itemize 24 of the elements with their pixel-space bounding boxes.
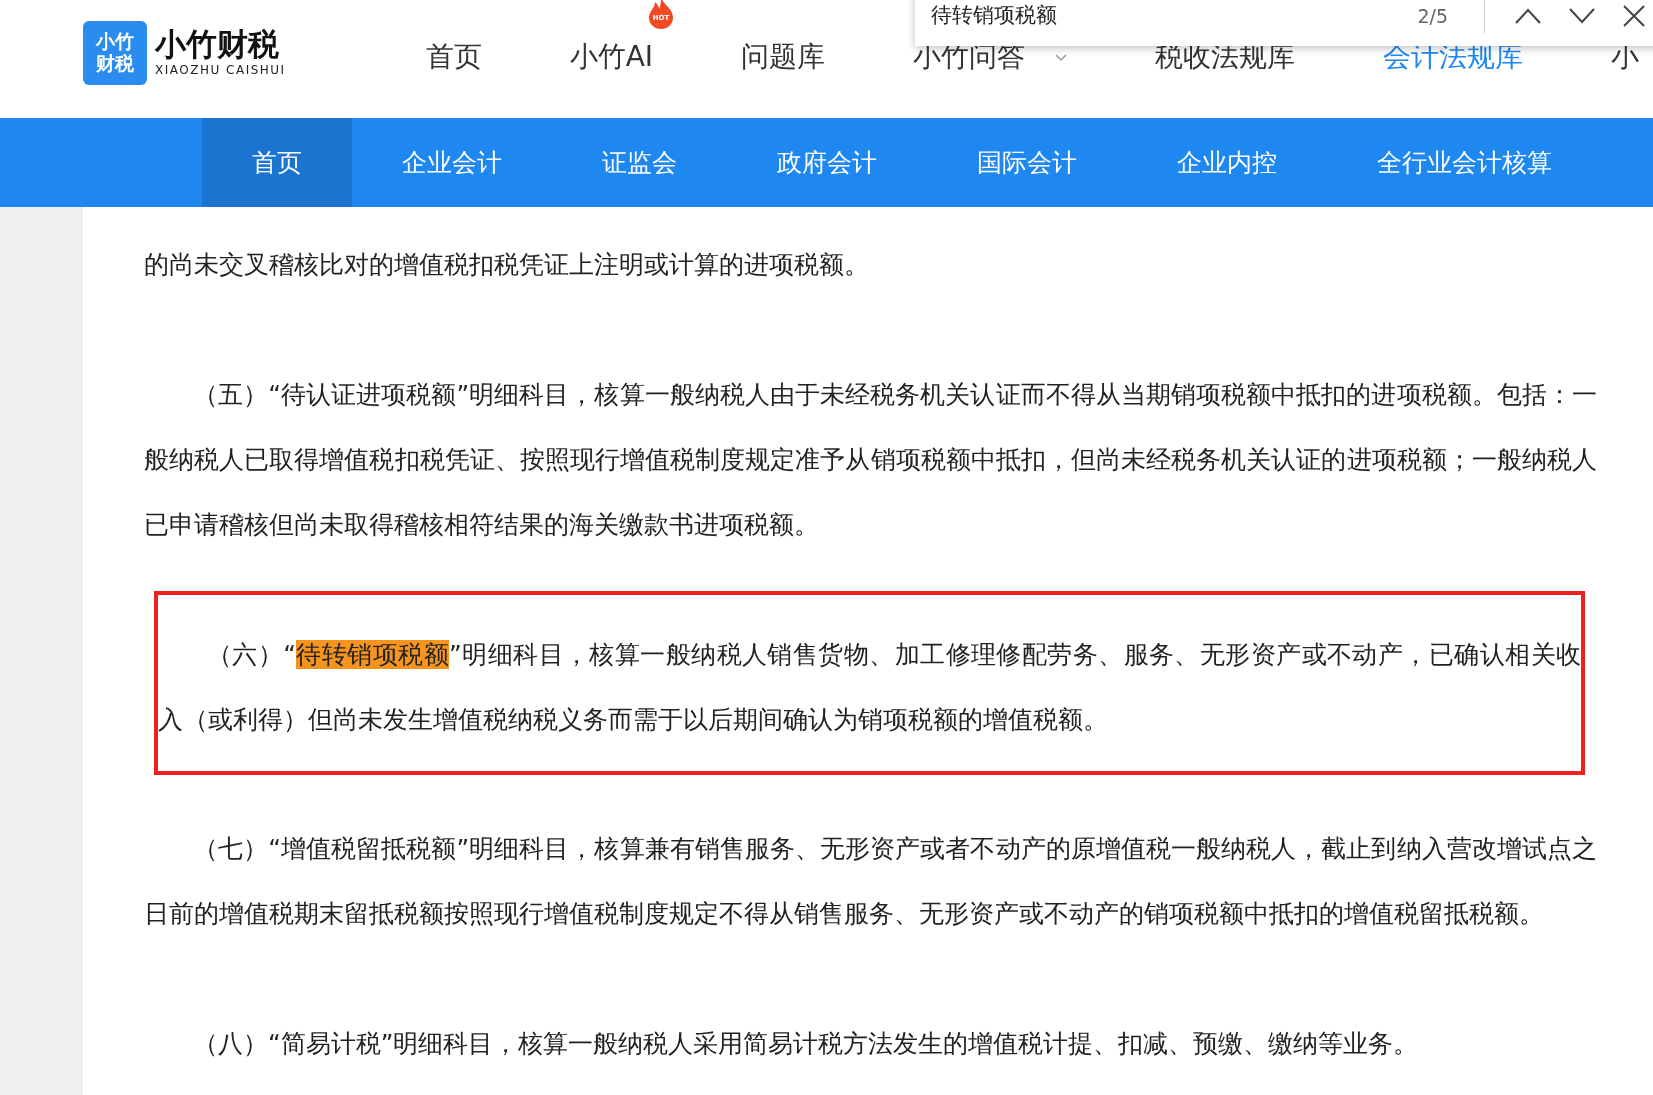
nav-link[interactable]: 小 — [1611, 36, 1640, 78]
category-tab[interactable]: 首页 — [202, 118, 352, 207]
logo-mark: 小竹 财税 — [83, 21, 147, 85]
logo-subtitle: XIAOZHU CAISHUI — [155, 62, 286, 80]
paragraph: （七）“增值税留抵税额”明细科目，核算兼有销售服务、无形资产或者不动产的原增值税一般纳税人，截止到纳入营改增试点之日前的增值税期末留抵税额按照现行增值税制度规定不得从销售服务、无形资产或不动产的销项税额中抵扣的增值税留抵税额。 — [144, 833, 1597, 930]
nav-link[interactable]: 问题库 — [741, 36, 826, 78]
category-tab[interactable]: 政府会计 — [727, 118, 927, 207]
nav-link[interactable]: 首页 — [425, 36, 482, 78]
category-tab[interactable]: 全行业会计核算 — [1327, 118, 1602, 207]
match-count: 2/5 — [1417, 3, 1448, 29]
paragraph: 的尚未交叉稽核比对的增值税扣税凭证上注明或计算的进项税额。 — [144, 249, 870, 281]
category-tab[interactable]: 企业内控 — [1127, 118, 1327, 207]
close-icon — [1623, 5, 1645, 28]
paragraph: （五）“待认证进项税额”明细科目，核算一般纳税人由于未经税务机关认证而不得从当期销项税额中抵扣的进项税额。包括：一般纳税人已取得增值税扣税凭证、按照现行增值税制度规定准予从销项税额中抵扣，但尚未经税务机关认证的进项税额；一般纳税人已申请稽核但尚未取得稽核相符结果的海关缴款书进项税额。 — [144, 379, 1597, 541]
logo-name: 小竹财税 — [155, 26, 280, 62]
category-tab[interactable]: 证监会 — [552, 118, 727, 207]
paragraph: （八）“简易计税”明细科目，核算一般纳税人采用简易计税方法发生的增值税计提、扣减、预缴、缴纳等业务。 — [192, 1028, 1420, 1060]
chevron-down-icon — [1569, 8, 1595, 25]
chevron-up-icon — [1515, 8, 1541, 25]
paragraph: （六）“待转销项税额”明细科目，核算一般纳税人销售货物、加工修理修配劳务、服务、无形资产或不动产，已确认相关收入（或利得）但尚未发生增值税纳税义务而需于以后期间确认为销项税额的增值税额。 — [158, 639, 1581, 736]
nav-link[interactable]: 小竹AI — [569, 36, 654, 78]
category-tab[interactable]: 企业会计 — [352, 118, 552, 207]
category-tab[interactable]: 国际会计 — [927, 118, 1127, 207]
find-query[interactable]: 待转销项税额 — [931, 0, 1057, 32]
